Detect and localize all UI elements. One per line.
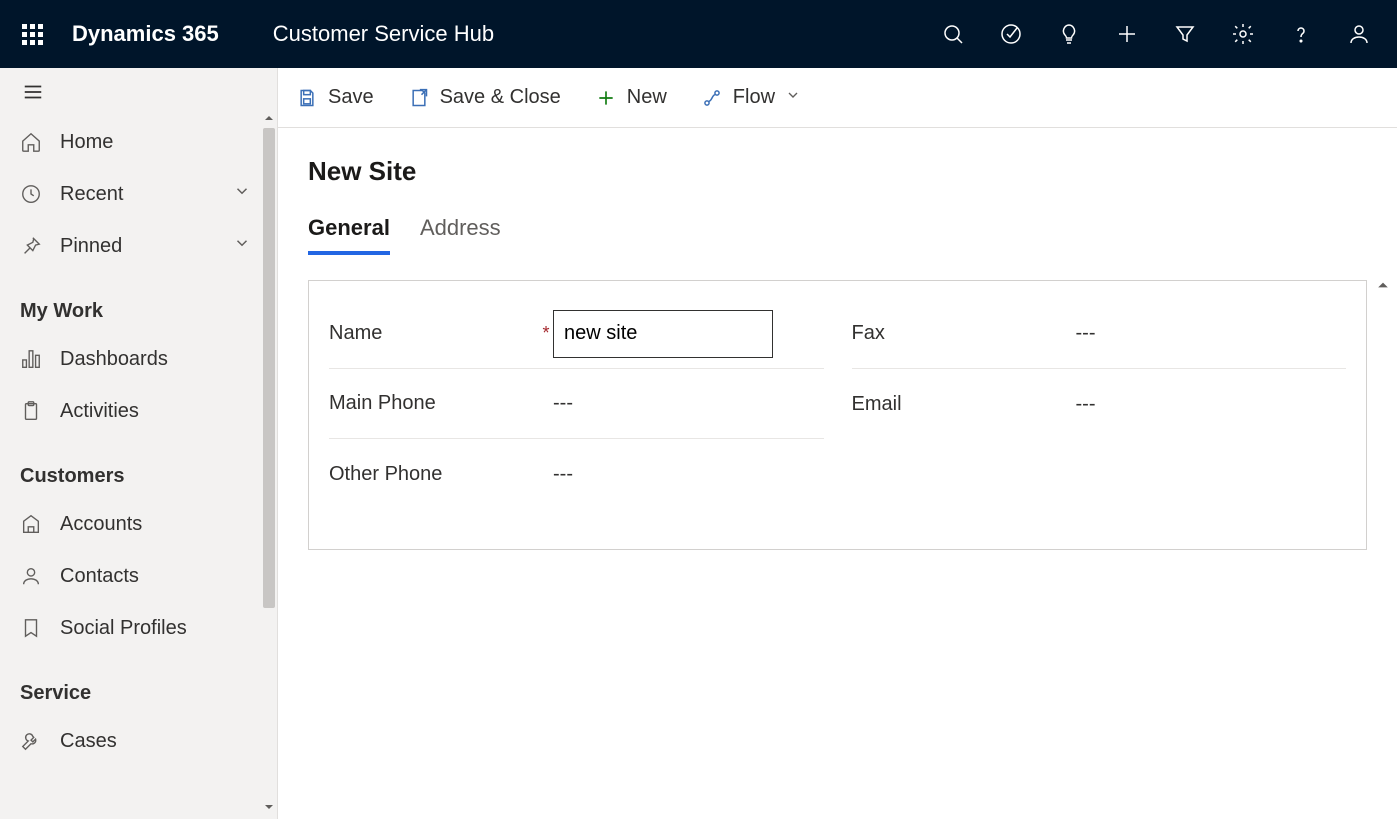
task-flow-button[interactable] bbox=[989, 12, 1033, 56]
building-icon bbox=[20, 513, 42, 535]
flow-icon bbox=[701, 87, 723, 109]
command-save[interactable]: Save bbox=[296, 86, 374, 109]
sidebar-item-label: Social Profiles bbox=[60, 617, 187, 640]
filter-icon bbox=[1173, 22, 1197, 46]
command-new[interactable]: New bbox=[595, 86, 667, 109]
save-close-icon bbox=[408, 87, 430, 109]
save-icon bbox=[296, 87, 318, 109]
sidebar-item-dashboards[interactable]: Dashboards bbox=[0, 333, 257, 385]
page-title: New Site bbox=[308, 156, 1367, 187]
clipboard-icon bbox=[20, 400, 42, 422]
command-label: Save & Close bbox=[440, 86, 561, 109]
site-map-sidebar: Home Recent Pinned My Work Dashboards Ac… bbox=[0, 68, 278, 819]
field-label: Main Phone bbox=[329, 392, 539, 415]
add-button[interactable] bbox=[1105, 12, 1149, 56]
sidebar-item-label: Dashboards bbox=[60, 348, 168, 371]
tab-address[interactable]: Address bbox=[420, 215, 501, 255]
filter-button[interactable] bbox=[1163, 12, 1207, 56]
sidebar-item-home[interactable]: Home bbox=[0, 116, 257, 168]
chevron-down-icon bbox=[785, 86, 801, 109]
clock-icon bbox=[20, 183, 42, 205]
field-row-email[interactable]: Email --- bbox=[852, 369, 1347, 439]
field-row-fax[interactable]: Fax --- bbox=[852, 299, 1347, 369]
brand-switcher[interactable]: Dynamics 365 bbox=[72, 21, 233, 47]
sidebar-item-recent[interactable]: Recent bbox=[0, 168, 257, 220]
waffle-icon bbox=[22, 24, 43, 45]
lightbulb-icon bbox=[1057, 22, 1081, 46]
content-scroll-up-arrow[interactable] bbox=[1377, 278, 1391, 292]
global-nav-bar: Dynamics 365 Customer Service Hub bbox=[0, 0, 1397, 68]
home-icon bbox=[20, 131, 42, 153]
person-icon bbox=[20, 565, 42, 587]
main-content: Save Save & Close New Flow New Site Gene… bbox=[278, 68, 1397, 819]
sidebar-item-label: Recent bbox=[60, 183, 123, 206]
sidebar-group-service: Service bbox=[0, 654, 257, 715]
dashboard-icon bbox=[20, 348, 42, 370]
tab-general[interactable]: General bbox=[308, 215, 390, 255]
sidebar-item-label: Activities bbox=[60, 400, 139, 423]
wrench-icon bbox=[20, 730, 42, 752]
command-label: Save bbox=[328, 86, 374, 109]
account-button[interactable] bbox=[1337, 12, 1381, 56]
plus-icon bbox=[595, 87, 617, 109]
field-row-name: Name * bbox=[329, 299, 824, 369]
sidebar-item-social-profiles[interactable]: Social Profiles bbox=[0, 602, 257, 654]
hamburger-icon bbox=[22, 81, 44, 103]
pin-icon bbox=[20, 235, 42, 257]
sidebar-toggle[interactable] bbox=[0, 68, 277, 116]
search-button[interactable] bbox=[931, 12, 975, 56]
assistant-button[interactable] bbox=[1047, 12, 1091, 56]
global-commands bbox=[931, 12, 1389, 56]
settings-button[interactable] bbox=[1221, 12, 1265, 56]
sidebar-item-label: Accounts bbox=[60, 513, 142, 536]
help-button[interactable] bbox=[1279, 12, 1323, 56]
field-value: --- bbox=[1076, 322, 1347, 345]
sidebar-item-activities[interactable]: Activities bbox=[0, 385, 257, 437]
sidebar-item-contacts[interactable]: Contacts bbox=[0, 550, 257, 602]
form-tabs: General Address bbox=[308, 215, 1367, 256]
person-icon bbox=[1347, 22, 1371, 46]
name-input[interactable] bbox=[553, 310, 773, 358]
command-label: Flow bbox=[733, 86, 775, 109]
scroll-down-arrow[interactable] bbox=[263, 801, 275, 813]
command-label: New bbox=[627, 86, 667, 109]
sidebar-item-cases[interactable]: Cases bbox=[0, 715, 257, 767]
help-icon bbox=[1289, 22, 1313, 46]
app-name-label: Customer Service Hub bbox=[273, 21, 494, 47]
sidebar-item-label: Cases bbox=[60, 730, 117, 753]
sidebar-item-label: Contacts bbox=[60, 565, 139, 588]
bookmark-icon bbox=[20, 617, 42, 639]
sidebar-group-customers: Customers bbox=[0, 437, 257, 498]
search-icon bbox=[941, 22, 965, 46]
field-value: --- bbox=[1076, 393, 1347, 416]
sidebar-item-label: Home bbox=[60, 131, 113, 154]
form-panel: Name * Main Phone --- Other Phone bbox=[308, 280, 1367, 550]
required-indicator: * bbox=[539, 323, 553, 344]
sidebar-item-label: Pinned bbox=[60, 235, 122, 258]
field-label: Name bbox=[329, 322, 539, 345]
command-bar: Save Save & Close New Flow bbox=[278, 68, 1397, 128]
gear-icon bbox=[1231, 22, 1255, 46]
app-launcher-button[interactable] bbox=[8, 0, 56, 68]
chevron-down-icon bbox=[233, 234, 251, 258]
command-save-close[interactable]: Save & Close bbox=[408, 86, 561, 109]
field-label: Email bbox=[852, 393, 1062, 416]
sidebar-item-accounts[interactable]: Accounts bbox=[0, 498, 257, 550]
field-value: --- bbox=[553, 463, 824, 486]
field-row-other-phone[interactable]: Other Phone --- bbox=[329, 439, 824, 509]
field-label: Other Phone bbox=[329, 463, 539, 486]
plus-icon bbox=[1115, 22, 1139, 46]
field-label: Fax bbox=[852, 322, 1062, 345]
command-flow[interactable]: Flow bbox=[701, 86, 801, 109]
field-row-main-phone[interactable]: Main Phone --- bbox=[329, 369, 824, 439]
chevron-down-icon bbox=[233, 182, 251, 206]
sidebar-item-pinned[interactable]: Pinned bbox=[0, 220, 257, 272]
check-circle-icon bbox=[999, 22, 1023, 46]
brand-label: Dynamics 365 bbox=[72, 21, 219, 47]
sidebar-group-my-work: My Work bbox=[0, 272, 257, 333]
field-value: --- bbox=[553, 392, 824, 415]
